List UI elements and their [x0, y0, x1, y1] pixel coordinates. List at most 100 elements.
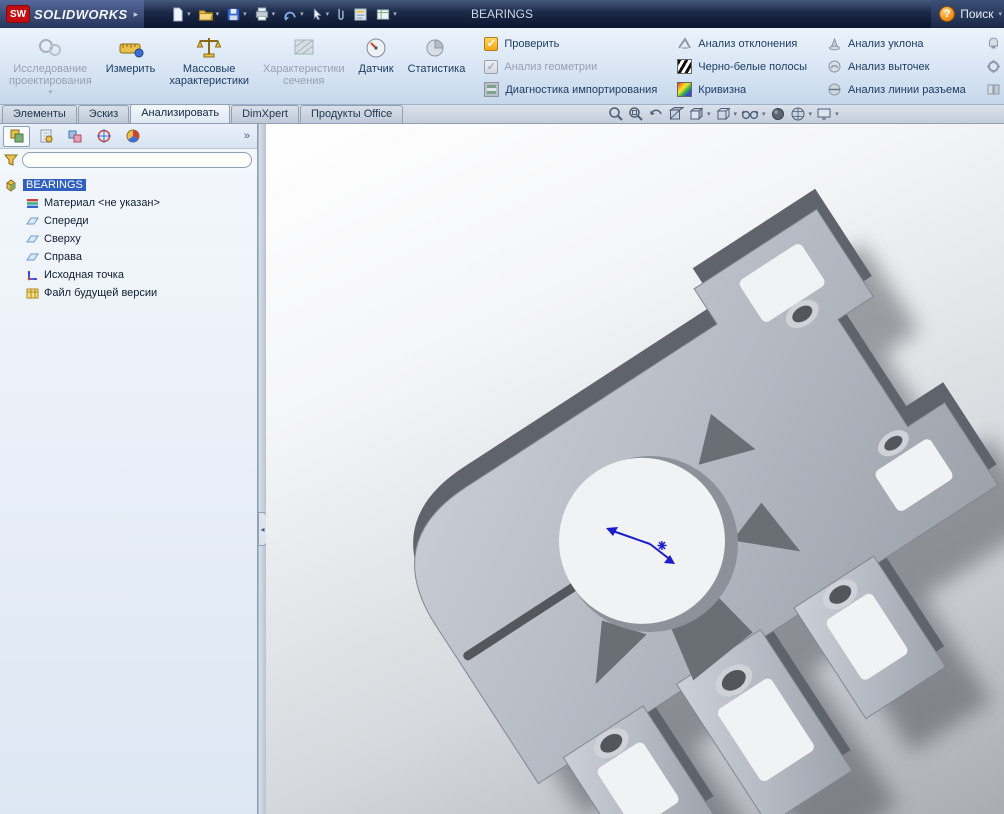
check-button[interactable]: ✓ Проверить	[484, 33, 657, 54]
file-properties-icon	[353, 7, 368, 22]
edit-appearance-icon[interactable]	[770, 106, 786, 122]
display-style-icon[interactable]	[715, 106, 731, 122]
attach-button[interactable]	[336, 7, 346, 22]
app-logo[interactable]: SW SOLIDWORKS ▸	[0, 0, 144, 28]
search-area[interactable]: ? Поиск ▾	[931, 0, 1004, 28]
new-document-button[interactable]: ▾	[170, 7, 191, 22]
measure-icon	[118, 33, 144, 63]
configuration-manager-tab[interactable]	[61, 126, 88, 147]
property-manager-icon	[38, 128, 54, 144]
search-input[interactable]: Поиск	[960, 7, 993, 21]
model-canvas	[266, 124, 1004, 814]
plane-icon	[26, 251, 39, 264]
tree-item-future-version[interactable]: Файл будущей версии	[4, 284, 255, 302]
undercut-analysis-button[interactable]: Анализ выточек	[827, 56, 966, 77]
tab-features[interactable]: Элементы	[2, 105, 77, 123]
tree-item-origin[interactable]: Исходная точка	[4, 266, 255, 284]
filter-funnel-icon	[4, 153, 18, 167]
panel-splitter[interactable]: ◂	[258, 124, 266, 814]
tree-root-label[interactable]: BEARINGS	[23, 179, 86, 191]
clipped-group: Прове Анали Сравн	[978, 30, 1004, 103]
checked-checkbox-icon[interactable]: ✓	[484, 37, 498, 51]
unchecked-checkbox-icon[interactable]: ✓	[484, 60, 498, 74]
tab-evaluate[interactable]: Анализировать	[130, 104, 230, 123]
display-manager-tab[interactable]	[119, 126, 146, 147]
titlebar: SW SOLIDWORKS ▸ ▾ ▾ ▾ ▾ ▾ ▾	[0, 0, 1004, 28]
zoom-fit-icon[interactable]	[608, 106, 624, 122]
view-orientation-icon[interactable]	[688, 106, 704, 122]
clipped-button-3[interactable]: Сравн	[986, 79, 1004, 100]
menu-flyout-arrow-icon[interactable]: ▸	[134, 9, 139, 20]
curvature-icon	[677, 82, 692, 97]
document-title: BEARINGS	[0, 7, 1004, 21]
feature-manager-tab[interactable]	[3, 126, 30, 147]
sensor-button[interactable]: Датчик	[352, 30, 401, 103]
heads-up-view-toolbar: ▾ ▾ ▾ ▾ ▾	[608, 106, 839, 122]
dropdown-icon[interactable]: ▾	[809, 110, 813, 118]
dimxpert-manager-icon	[96, 128, 112, 144]
clipped-button-2[interactable]: Анали	[986, 56, 1004, 77]
statistics-button[interactable]: Статистика	[401, 30, 473, 103]
file-properties-button[interactable]	[353, 7, 368, 22]
mass-properties-icon	[196, 33, 222, 63]
zebra-stripes-button[interactable]: Черно-белые полосы	[677, 56, 807, 77]
dropdown-icon[interactable]: ▾	[835, 110, 839, 118]
save-icon	[226, 7, 241, 22]
view-settings-icon[interactable]	[816, 106, 832, 122]
dropdown-icon[interactable]: ▾	[734, 110, 738, 118]
zoom-area-icon[interactable]	[628, 106, 644, 122]
panel-expand-chevron[interactable]: »	[244, 130, 254, 142]
statistics-icon	[423, 33, 449, 63]
deviation-analysis-button[interactable]: Анализ отклонения	[677, 33, 807, 54]
undo-button[interactable]: ▾	[282, 7, 304, 22]
design-study-button[interactable]: Исследование проектирования ▾	[2, 30, 99, 103]
tab-office-products[interactable]: Продукты Office	[300, 105, 403, 123]
tab-sketch[interactable]: Эскиз	[78, 105, 129, 123]
dimxpert-manager-tab[interactable]	[90, 126, 117, 147]
save-button[interactable]: ▾	[226, 7, 247, 22]
tree-item-top-plane[interactable]: Сверху	[4, 230, 255, 248]
section-properties-button[interactable]: Характеристики сечения	[256, 30, 352, 103]
parting-line-analysis-button[interactable]: Анализ линии разъема	[827, 79, 966, 100]
import-diagnostics-icon	[484, 82, 499, 97]
dropdown-icon[interactable]: ▾	[49, 87, 53, 99]
filter-row	[0, 149, 257, 170]
curvature-button[interactable]: Кривизна	[677, 79, 807, 100]
import-diagnostics-button[interactable]: Диагностика импортирования	[484, 79, 657, 100]
open-icon	[198, 7, 214, 22]
select-button[interactable]: ▾	[311, 7, 330, 22]
help-icon[interactable]: ?	[939, 6, 955, 22]
parting-line-icon	[827, 82, 842, 97]
dropdown-icon[interactable]: ▾	[707, 110, 711, 118]
search-dropdown-icon[interactable]: ▾	[998, 10, 1002, 18]
compare-icon	[986, 82, 1001, 97]
main-area: » BEARINGS Материал <не указан> Спереди …	[0, 124, 1004, 814]
graphics-viewport[interactable]	[266, 124, 1004, 814]
options-button[interactable]: ▾	[375, 7, 397, 22]
apply-scene-icon[interactable]	[790, 106, 806, 122]
section-view-icon[interactable]	[668, 106, 684, 122]
mass-properties-button[interactable]: Массовые характеристики	[162, 30, 256, 103]
tree-filter-input[interactable]	[22, 152, 252, 168]
tree-item-right-plane[interactable]: Справа	[4, 248, 255, 266]
geometry-analysis-button[interactable]: ✓ Анализ геометрии	[484, 56, 657, 77]
draft-analysis-button[interactable]: Анализ уклона	[827, 33, 966, 54]
zoom-previous-icon[interactable]	[648, 106, 664, 122]
material-icon	[26, 197, 39, 210]
check-group: ✓ Проверить ✓ Анализ геометрии Диагности…	[476, 30, 665, 103]
feature-manager-icon	[9, 128, 25, 144]
print-button[interactable]: ▾	[254, 7, 276, 22]
dropdown-icon[interactable]: ▾	[762, 110, 766, 118]
command-manager-tabs: Элементы Эскиз Анализировать DimXpert Пр…	[0, 105, 1004, 124]
analysis-icon	[986, 59, 1001, 74]
tab-dimxpert[interactable]: DimXpert	[231, 105, 299, 123]
tree-item-material[interactable]: Материал <не указан>	[4, 194, 255, 212]
tree-item-front-plane[interactable]: Спереди	[4, 212, 255, 230]
clipped-button-1[interactable]: Прове	[986, 33, 1004, 54]
measure-button[interactable]: Измерить	[99, 30, 163, 103]
property-manager-tab[interactable]	[32, 126, 59, 147]
tree-root[interactable]: BEARINGS	[4, 176, 255, 194]
open-button[interactable]: ▾	[198, 7, 220, 22]
hide-show-items-icon[interactable]	[741, 106, 759, 122]
print-icon	[254, 7, 270, 22]
